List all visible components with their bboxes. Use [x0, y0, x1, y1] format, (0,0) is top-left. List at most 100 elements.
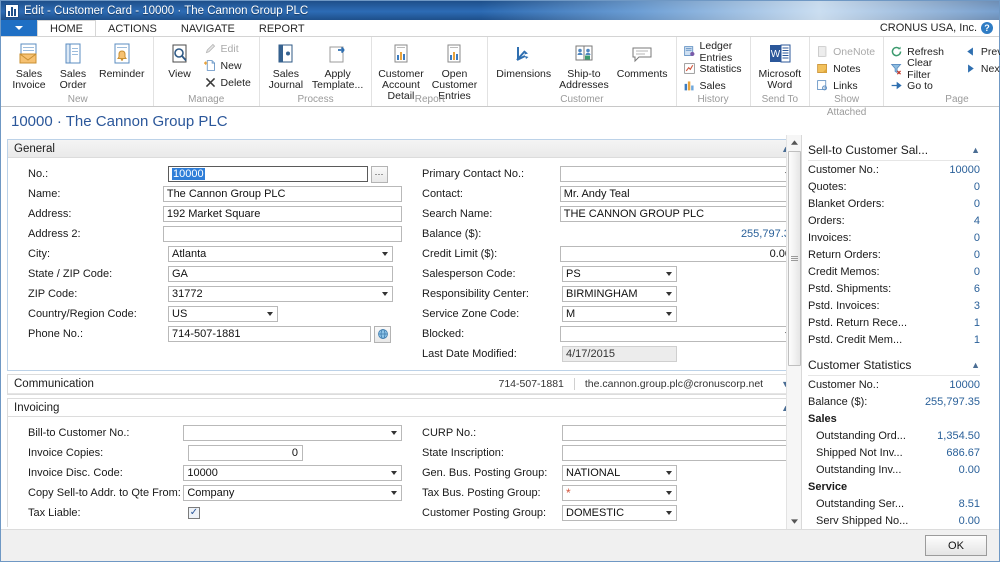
ship-to-addresses-button[interactable]: Ship-to Addresses	[555, 39, 613, 93]
tab-report[interactable]: REPORT	[247, 20, 317, 36]
factbox-value[interactable]: 0	[974, 198, 980, 210]
previous-button[interactable]: Previous	[962, 43, 1000, 60]
factbox-value[interactable]: 686.67	[946, 447, 980, 459]
chevron-up-icon[interactable]: ▲	[971, 360, 980, 370]
factbox-value[interactable]: 6	[974, 283, 980, 295]
notes-button[interactable]: Notes	[814, 60, 879, 77]
field-invoice-copies-input[interactable]: 0	[188, 445, 303, 461]
factbox-value[interactable]: 0.00	[959, 464, 980, 476]
field-state-zip-input[interactable]: GA	[168, 266, 393, 282]
dimensions-button[interactable]: Dimensions	[492, 39, 555, 82]
field-curp-no-input[interactable]	[562, 425, 787, 441]
factbox-value[interactable]: 0	[974, 249, 980, 261]
chevron-down-icon[interactable]	[666, 471, 672, 475]
sales-invoice-button[interactable]: Sales Invoice	[7, 39, 51, 93]
field-city-input[interactable]: Atlanta	[168, 246, 393, 262]
links-button[interactable]: Links	[814, 77, 879, 94]
comments-button[interactable]: Comments	[613, 39, 672, 82]
sales-button[interactable]: Sales	[681, 77, 746, 94]
scrollbar-thumb[interactable]	[788, 151, 801, 366]
apply-template-button[interactable]: Apply Template...	[308, 39, 367, 93]
sales-order-button[interactable]: Sales Order	[51, 39, 95, 93]
factbox-value[interactable]: 10000	[949, 379, 980, 391]
sales-journal-button[interactable]: Sales Journal	[264, 39, 308, 93]
chevron-down-icon[interactable]	[391, 471, 397, 475]
view-button[interactable]: View	[158, 39, 202, 82]
field-customer-posting-group-input[interactable]: DOMESTIC	[562, 505, 677, 521]
factbox-value[interactable]: 0	[974, 232, 980, 244]
chevron-down-icon[interactable]	[382, 252, 388, 256]
factbox-value[interactable]: 1,354.50	[937, 430, 980, 442]
field-tax-bus-posting-group-input[interactable]: *	[562, 485, 677, 501]
onenote-button[interactable]: OneNote	[814, 43, 879, 60]
field-no-input[interactable]: 10000	[168, 166, 368, 182]
chevron-down-icon[interactable]	[666, 491, 672, 495]
chevron-down-icon[interactable]	[391, 431, 397, 435]
chevron-down-icon[interactable]	[666, 292, 672, 296]
field-zip-input[interactable]: 31772	[168, 286, 393, 302]
field-name-input[interactable]: The Cannon Group PLC	[162, 186, 402, 202]
factbox-value[interactable]: 8.51	[959, 498, 980, 510]
field-invoice-disc-code-input[interactable]: 10000	[183, 465, 402, 481]
factbox-value[interactable]: 4	[974, 215, 980, 227]
chevron-down-icon[interactable]	[666, 312, 672, 316]
field-phone-input[interactable]: 714-507-1881	[168, 326, 371, 342]
field-salesperson-code-input[interactable]: PS	[562, 266, 677, 282]
field-country-input[interactable]: US	[168, 306, 278, 322]
delete-button[interactable]: Delete	[202, 74, 255, 91]
field-contact-input[interactable]: Mr. Andy Teal	[559, 186, 796, 202]
ledger-entries-button[interactable]: Ledger Entries	[681, 40, 746, 64]
field-bill-to-customer-no-input[interactable]	[183, 425, 402, 441]
globe-icon[interactable]	[374, 325, 391, 343]
field-gen-bus-posting-group-input[interactable]: NATIONAL	[562, 465, 677, 481]
chevron-down-icon[interactable]	[666, 272, 672, 276]
clear-filter-button[interactable]: Clear Filter	[888, 57, 948, 81]
field-address-input[interactable]: 192 Market Square	[162, 206, 402, 222]
help-icon[interactable]: ?	[981, 22, 993, 34]
scroll-up-arrow-icon[interactable]	[787, 135, 801, 150]
microsoft-word-button[interactable]: W Microsoft Word	[755, 39, 806, 93]
go-to-button[interactable]: Go to	[888, 77, 948, 94]
factbox-value[interactable]: 3	[974, 300, 980, 312]
field-primary-contact-no-input[interactable]	[559, 166, 796, 182]
ok-button[interactable]: OK	[925, 535, 987, 556]
factbox-value[interactable]: 1	[974, 317, 980, 329]
factbox-value[interactable]: 0	[974, 181, 980, 193]
field-balance-value[interactable]: 255,797.35	[560, 228, 796, 240]
fasttab-communication-header[interactable]: Communication 714-507-1881 the.cannon.gr…	[8, 375, 796, 394]
field-tax-liable-checkbox[interactable]: ✓	[188, 507, 200, 519]
factbox-sell-to-header[interactable]: Sell-to Customer Sal... ▲	[808, 139, 980, 161]
reminder-button[interactable]: Reminder	[95, 39, 149, 82]
main-scrollbar[interactable]	[786, 135, 801, 529]
field-credit-limit-input[interactable]: 0.00	[559, 246, 796, 262]
chevron-down-icon[interactable]	[382, 292, 388, 296]
factbox-value[interactable]: 0	[974, 266, 980, 278]
field-address2-input[interactable]	[162, 226, 402, 242]
field-blocked-input[interactable]	[559, 326, 796, 342]
scroll-down-arrow-icon[interactable]	[787, 514, 801, 529]
factbox-value[interactable]: 1	[974, 334, 980, 346]
factbox-value[interactable]: 0.00	[959, 515, 980, 527]
factbox-value[interactable]: 255,797.35	[925, 396, 980, 408]
field-service-zone-code-input[interactable]: M	[562, 306, 677, 322]
tab-navigate[interactable]: NAVIGATE	[169, 20, 247, 36]
next-button[interactable]: Next	[962, 60, 1000, 77]
assist-edit-button[interactable]: ⋯	[371, 165, 388, 183]
new-button[interactable]: New	[202, 57, 255, 74]
tab-actions[interactable]: ACTIONS	[96, 20, 169, 36]
fasttab-general-header[interactable]: General ▲	[8, 140, 796, 158]
chevron-down-icon[interactable]	[391, 491, 397, 495]
fasttab-invoicing-header[interactable]: Invoicing ▲	[8, 399, 796, 417]
edit-button[interactable]: Edit	[202, 40, 255, 57]
chevron-down-icon[interactable]	[267, 312, 273, 316]
field-state-inscription-input[interactable]	[562, 445, 787, 461]
field-responsibility-center-input[interactable]: BIRMINGHAM	[562, 286, 677, 302]
application-menu-button[interactable]	[1, 20, 37, 36]
statistics-button[interactable]: Statistics	[681, 60, 746, 77]
factbox-customer-statistics-header[interactable]: Customer Statistics ▲	[808, 354, 980, 376]
chevron-up-icon[interactable]: ▲	[971, 145, 980, 155]
field-copy-sell-to-addr-input[interactable]: Company	[183, 485, 402, 501]
tab-home[interactable]: HOME	[37, 20, 96, 36]
factbox-value[interactable]: 10000	[949, 164, 980, 176]
chevron-down-icon[interactable]	[666, 511, 672, 515]
